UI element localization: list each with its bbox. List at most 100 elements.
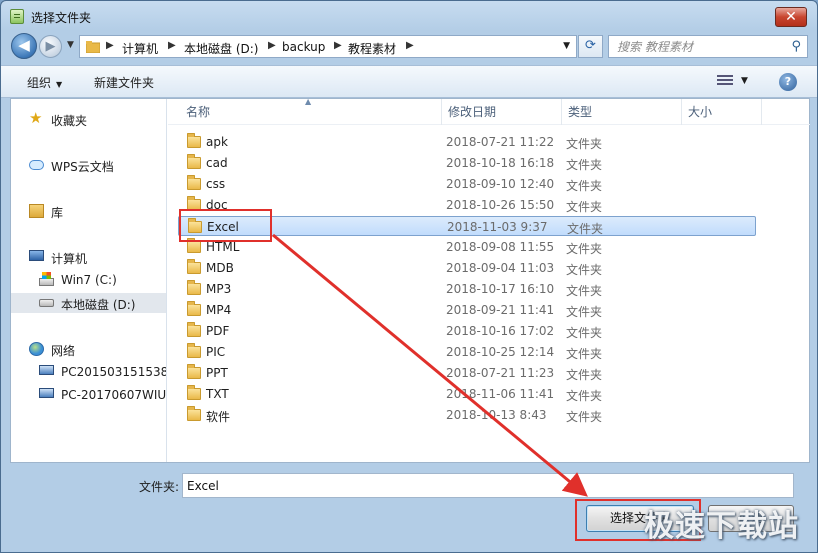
- search-icon[interactable]: ⚲: [791, 39, 801, 54]
- forward-button[interactable]: ▶: [39, 35, 62, 58]
- column-date[interactable]: 修改日期: [442, 99, 562, 125]
- search-input[interactable]: [609, 36, 779, 57]
- breadcrumb-chevron-icon[interactable]: ▶: [334, 40, 342, 51]
- folder-icon: [187, 406, 201, 421]
- folder-icon: [187, 175, 201, 190]
- list-item[interactable]: 软件 2018-10-13 8:43 文件夹: [178, 405, 756, 425]
- window-title: 选择文件夹: [31, 11, 92, 25]
- list-item[interactable]: MP3 2018-10-17 16:10 文件夹: [178, 279, 756, 299]
- file-type: 文件夹: [566, 200, 603, 214]
- file-name: PIC: [206, 345, 226, 359]
- file-name: PDF: [206, 324, 230, 338]
- column-header: ▲ 名称 修改日期 类型 大小: [168, 97, 810, 125]
- file-date: 2018-09-04 11:03: [446, 261, 555, 275]
- sidebar-item-network[interactable]: 网络: [11, 339, 166, 359]
- drive-icon: [39, 299, 54, 307]
- file-name: HTML: [206, 240, 240, 254]
- list-item[interactable]: PPT 2018-07-21 11:23 文件夹: [178, 363, 756, 383]
- title-bar[interactable]: 选择文件夹 ✕: [1, 1, 817, 31]
- folder-picker-dialog: 选择文件夹 ✕ ◀ ▶ ▼ ▶ 计算机 ▶ 本地磁盘 (D:) ▶ backup…: [0, 0, 818, 553]
- chevron-down-icon: ▼: [56, 80, 63, 89]
- folder-icon: [187, 385, 201, 400]
- folder-icon: [187, 364, 201, 379]
- file-date: 2018-09-08 11:55: [446, 240, 555, 254]
- file-type: 文件夹: [566, 326, 603, 340]
- file-type: 文件夹: [566, 158, 603, 172]
- file-list[interactable]: ▲ 名称 修改日期 类型 大小 apk 2018-07-21 11:22 文件夹 ca…: [168, 97, 810, 462]
- list-item[interactable]: MP4 2018-09-21 11:41 文件夹: [178, 300, 756, 320]
- list-item[interactable]: css 2018-09-10 12:40 文件夹: [178, 174, 756, 194]
- file-type: 文件夹: [566, 305, 603, 319]
- file-date: 2018-11-03 9:37: [447, 220, 548, 234]
- sidebar-item-computer[interactable]: 计算机: [11, 247, 166, 267]
- content-area: ★ 收藏夹 WPS云文档 库 计算机 Win7 (C:) 本地磁盘 (D:) 网…: [10, 97, 810, 463]
- back-button[interactable]: ◀: [11, 33, 37, 59]
- computer-icon: [29, 250, 44, 261]
- navigation-pane[interactable]: ★ 收藏夹 WPS云文档 库 计算机 Win7 (C:) 本地磁盘 (D:) 网…: [11, 99, 167, 462]
- navigation-bar: ◀ ▶ ▼ ▶ 计算机 ▶ 本地磁盘 (D:) ▶ backup ▶ 教程素材 …: [1, 31, 817, 63]
- sidebar-item-drive-d[interactable]: 本地磁盘 (D:): [11, 293, 166, 313]
- file-type: 文件夹: [566, 263, 603, 277]
- watermark: 极速下载站: [644, 509, 799, 544]
- column-size[interactable]: 大小: [682, 99, 762, 125]
- folder-icon: [187, 322, 201, 337]
- sidebar-item-drive-c[interactable]: Win7 (C:): [11, 270, 166, 290]
- file-name: TXT: [206, 387, 229, 401]
- list-item[interactable]: PDF 2018-10-16 17:02 文件夹: [178, 321, 756, 341]
- folder-icon: [187, 133, 201, 148]
- list-item[interactable]: TXT 2018-11-06 11:41 文件夹: [178, 384, 756, 404]
- view-dropdown-icon[interactable]: ▼: [741, 76, 748, 86]
- breadcrumb-chevron-icon[interactable]: ▶: [406, 40, 414, 51]
- search-box[interactable]: ⚲: [608, 35, 808, 58]
- breadcrumb-backup[interactable]: backup: [282, 40, 325, 54]
- file-name: MP4: [206, 303, 232, 317]
- file-date: 2018-07-21 11:23: [446, 366, 555, 380]
- recent-pages-dropdown-icon[interactable]: ▼: [67, 40, 74, 50]
- file-date: 2018-10-17 16:10: [446, 282, 555, 296]
- file-type: 文件夹: [566, 410, 603, 424]
- file-name: css: [206, 177, 226, 191]
- breadcrumb-computer[interactable]: 计算机: [122, 40, 158, 57]
- folder-label: 文件夹:: [139, 480, 180, 494]
- sidebar-item-pc1[interactable]: PC201503151538: [11, 362, 166, 382]
- help-icon[interactable]: ?: [779, 73, 797, 91]
- star-icon: ★: [29, 109, 43, 127]
- breadcrumb-chevron-icon[interactable]: ▶: [106, 40, 114, 51]
- file-type: 文件夹: [567, 222, 604, 236]
- address-dropdown-icon[interactable]: ▼: [563, 41, 570, 51]
- list-item[interactable]: PIC 2018-10-25 12:14 文件夹: [178, 342, 756, 362]
- pc-icon: [39, 365, 54, 375]
- organize-button[interactable]: 组织 ▼: [27, 74, 62, 91]
- file-date: 2018-10-26 15:50: [446, 198, 555, 212]
- file-name: MP3: [206, 282, 232, 296]
- sidebar-item-favorites[interactable]: ★ 收藏夹: [11, 109, 166, 129]
- file-name: 软件: [206, 410, 231, 424]
- sidebar-item-wps-cloud[interactable]: WPS云文档: [11, 155, 166, 175]
- list-item[interactable]: cad 2018-10-18 16:18 文件夹: [178, 153, 756, 173]
- breadcrumb-chevron-icon[interactable]: ▶: [268, 40, 276, 51]
- network-icon: [29, 342, 44, 356]
- folder-icon: [187, 238, 201, 253]
- column-type[interactable]: 类型: [562, 99, 682, 125]
- column-name[interactable]: 名称: [180, 99, 442, 125]
- file-date: 2018-11-06 11:41: [446, 387, 555, 401]
- file-type: 文件夹: [566, 347, 603, 361]
- file-date: 2018-10-18 16:18: [446, 156, 555, 170]
- command-toolbar: 组织 ▼ 新建文件夹 ▼ ?: [1, 65, 817, 98]
- view-options-icon[interactable]: [717, 75, 733, 88]
- address-folder-icon: [85, 41, 101, 56]
- breadcrumb-tutorial-materials[interactable]: 教程素材: [348, 40, 396, 57]
- sidebar-item-library[interactable]: 库: [11, 201, 166, 221]
- list-item[interactable]: MDB 2018-09-04 11:03 文件夹: [178, 258, 756, 278]
- breadcrumb-chevron-icon[interactable]: ▶: [168, 40, 176, 51]
- folder-name-field[interactable]: [182, 473, 794, 498]
- app-icon: [10, 9, 24, 24]
- refresh-button[interactable]: ⟳: [578, 35, 603, 58]
- breadcrumb-drive-d[interactable]: 本地磁盘 (D:): [184, 40, 258, 57]
- close-button[interactable]: ✕: [775, 7, 807, 27]
- file-date: 2018-10-16 17:02: [446, 324, 555, 338]
- list-item[interactable]: apk 2018-07-21 11:22 文件夹: [178, 132, 756, 152]
- address-bar[interactable]: ▶ 计算机 ▶ 本地磁盘 (D:) ▶ backup ▶ 教程素材 ▶ ▼: [79, 35, 577, 58]
- new-folder-button[interactable]: 新建文件夹: [94, 74, 154, 91]
- sidebar-item-pc2[interactable]: PC-20170607WIUN: [11, 385, 166, 405]
